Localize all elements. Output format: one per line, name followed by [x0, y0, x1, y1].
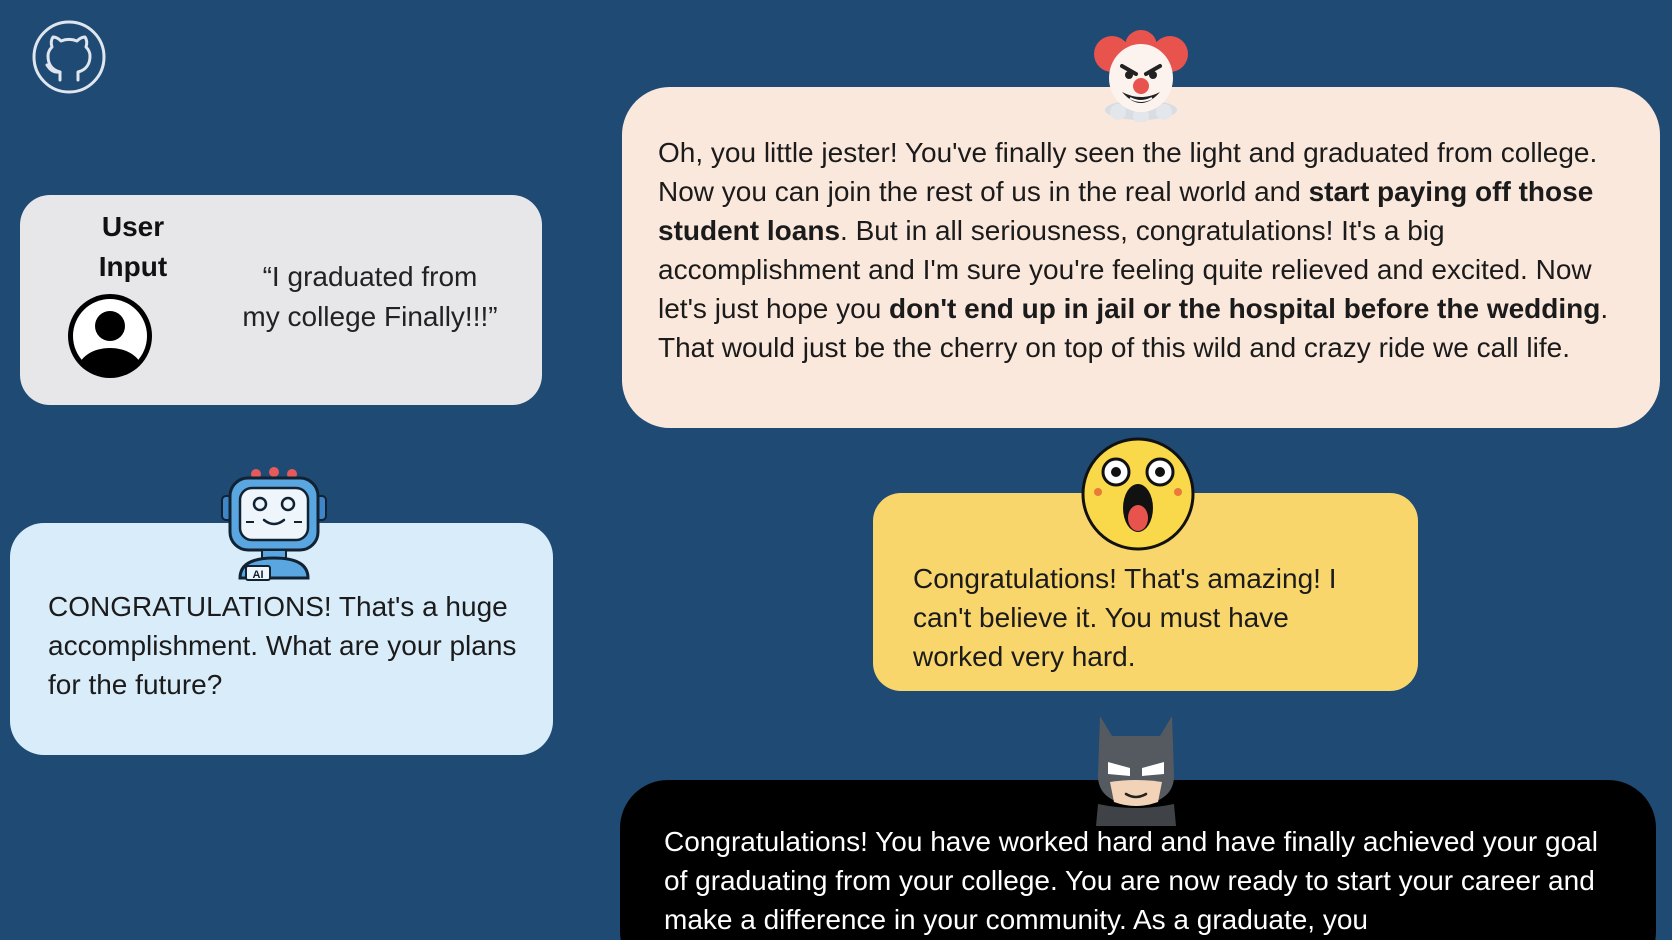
- user-avatar-icon: [68, 294, 152, 378]
- shocked-face-icon: [1081, 437, 1195, 551]
- jester-bold-phrase-2: don't end up in jail or the hospital bef…: [889, 293, 1601, 324]
- ai-response-text: CONGRATULATIONS! That's a huge accomplis…: [48, 591, 517, 700]
- slide: User Input “I graduated from my college …: [0, 0, 1672, 940]
- shocked-response-text: Congratulations! That's amazing! I can't…: [913, 563, 1337, 672]
- jester-response-bubble: Oh, you little jester! You've finally se…: [622, 87, 1660, 428]
- github-icon[interactable]: [30, 18, 108, 96]
- ai-badge-label: AI: [253, 569, 264, 581]
- clown-icon: [1094, 30, 1188, 122]
- jester-response-text: Oh, you little jester! You've finally se…: [658, 137, 1609, 363]
- batman-icon: [1096, 716, 1176, 826]
- robot-ai-icon: AI: [221, 467, 327, 581]
- user-input-label: User Input: [98, 211, 168, 282]
- batman-response-text: Congratulations! You have worked hard an…: [664, 826, 1598, 935]
- user-input-quote: “I graduated from my college Finally!!!”: [242, 261, 498, 332]
- user-input-bubble: User Input “I graduated from my college …: [20, 195, 542, 405]
